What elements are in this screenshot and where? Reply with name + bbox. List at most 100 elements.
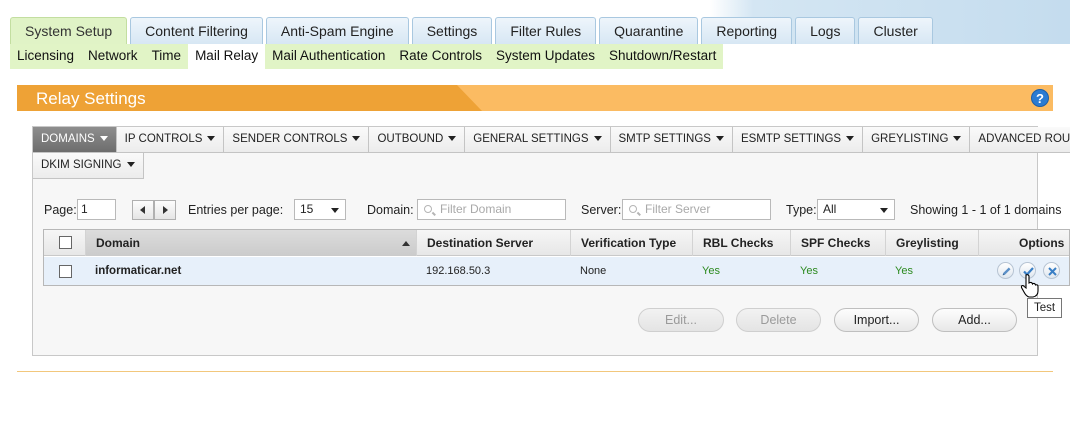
cell-greylisting: Yes	[895, 265, 913, 277]
subnav-rate-controls[interactable]: Rate Controls	[392, 44, 489, 69]
chevron-down-icon	[126, 162, 135, 168]
category-tabs-row-1: DOMAINS IP CONTROLS SENDER CONTROLS OUTB…	[33, 127, 1070, 153]
cat-tab-outbound[interactable]: OUTBOUND	[369, 127, 466, 153]
server-filter-input[interactable]: Filter Server	[622, 199, 771, 220]
type-label: Type:	[786, 203, 817, 217]
tab-settings[interactable]: Settings	[411, 17, 493, 44]
panel-header: Relay Settings	[17, 85, 1053, 111]
cell-spf-checks: Yes	[800, 265, 818, 277]
cell-domain: informaticar.net	[95, 265, 182, 277]
cat-tab-label: ADVANCED ROUTING	[978, 133, 1070, 145]
subnav-system-updates[interactable]: System Updates	[489, 44, 602, 69]
cat-tab-general-settings[interactable]: GENERAL SETTINGS	[465, 127, 611, 153]
subnav-shutdown-restart[interactable]: Shutdown/Restart	[602, 44, 723, 69]
page-label: Page:	[44, 203, 77, 217]
arrow-left-icon	[140, 206, 145, 214]
cell-verification-type: None	[580, 265, 607, 277]
col-verification-type[interactable]: Verification Type	[570, 230, 692, 256]
edit-button[interactable]: Edit...	[638, 308, 724, 332]
search-icon	[424, 205, 432, 213]
help-icon[interactable]: ?	[1031, 89, 1049, 107]
col-greylisting[interactable]: Greylisting	[885, 230, 978, 256]
subnav-time[interactable]: Time	[145, 44, 189, 69]
divider	[17, 371, 1053, 372]
cat-tab-esmtp-settings[interactable]: ESMTP SETTINGS	[732, 127, 864, 153]
add-button[interactable]: Add...	[932, 308, 1017, 332]
type-select[interactable]: All	[817, 199, 895, 220]
sort-asc-icon	[402, 241, 410, 246]
col-domain[interactable]: Domain	[85, 230, 416, 256]
cell-rbl-checks: Yes	[702, 265, 720, 277]
chevron-down-icon	[593, 136, 602, 142]
tab-cluster[interactable]: Cluster	[858, 17, 933, 44]
cat-tab-label: DOMAINS	[41, 133, 95, 145]
col-spf-checks[interactable]: SPF Checks	[790, 230, 885, 256]
category-tabs-row-2: DKIM SIGNING	[33, 153, 144, 179]
cat-tab-ip-controls[interactable]: IP CONTROLS	[116, 127, 225, 153]
cell-destination-server: 192.168.50.3	[426, 265, 491, 277]
subnav-licensing[interactable]: Licensing	[10, 44, 81, 69]
cat-tab-label: DKIM SIGNING	[41, 159, 122, 171]
cat-tab-label: GREYLISTING	[871, 133, 949, 145]
chevron-down-icon	[715, 136, 724, 142]
row-checkbox[interactable]	[59, 265, 72, 278]
prev-page-button[interactable]	[132, 200, 154, 220]
domain-filter-placeholder: Filter Domain	[440, 202, 512, 216]
subnav-network[interactable]: Network	[81, 44, 145, 69]
tab-system-setup[interactable]: System Setup	[10, 17, 128, 44]
entries-select[interactable]: 15	[294, 199, 346, 220]
domains-table: Domain Destination Server Verification T…	[43, 229, 1070, 286]
tab-filter-rules[interactable]: Filter Rules	[495, 17, 597, 44]
cat-tab-sender-controls[interactable]: SENDER CONTROLS	[224, 127, 370, 153]
chevron-down-icon	[331, 208, 339, 213]
domain-filter-label: Domain:	[367, 203, 414, 217]
chevron-down-icon	[99, 136, 108, 142]
type-value: All	[823, 202, 837, 216]
import-button[interactable]: Import...	[834, 308, 919, 332]
chevron-down-icon	[846, 136, 855, 142]
x-icon[interactable]	[1043, 262, 1060, 279]
cat-tab-label: SENDER CONTROLS	[232, 133, 348, 145]
panel-title: Relay Settings	[36, 89, 146, 108]
cat-tab-domains[interactable]: DOMAINS	[33, 127, 117, 153]
col-rbl-checks[interactable]: RBL Checks	[692, 230, 790, 256]
domain-filter-input[interactable]: Filter Domain	[417, 199, 566, 220]
arrow-right-icon	[163, 206, 168, 214]
server-filter-label: Server:	[581, 203, 622, 217]
col-destination-server[interactable]: Destination Server	[416, 230, 570, 256]
tab-content-filtering[interactable]: Content Filtering	[130, 17, 263, 44]
entries-value: 15	[300, 202, 314, 216]
tab-logs[interactable]: Logs	[795, 17, 856, 44]
page-input[interactable]: 1	[77, 199, 116, 220]
chevron-down-icon	[207, 136, 216, 142]
next-page-button[interactable]	[154, 200, 176, 220]
hand-pointer-icon	[1020, 274, 1039, 298]
pencil-icon[interactable]	[997, 262, 1014, 279]
chevron-down-icon	[880, 208, 888, 213]
cat-tab-label: SMTP SETTINGS	[618, 133, 711, 145]
table-row[interactable]: informaticar.net 192.168.50.3 None Yes Y…	[44, 257, 1069, 285]
cat-tab-smtp-settings[interactable]: SMTP SETTINGS	[610, 127, 733, 153]
delete-button[interactable]: Delete	[736, 308, 821, 332]
cat-tab-label: GENERAL SETTINGS	[473, 133, 589, 145]
test-tooltip: Test	[1027, 298, 1063, 318]
subnav-mail-authentication[interactable]: Mail Authentication	[265, 44, 392, 69]
entries-label: Entries per page:	[188, 203, 284, 217]
chevron-down-icon	[448, 136, 457, 142]
chevron-down-icon	[953, 136, 962, 142]
chevron-down-icon	[352, 136, 361, 142]
server-filter-placeholder: Filter Server	[645, 202, 711, 216]
cat-tab-greylisting[interactable]: GREYLISTING	[863, 127, 971, 153]
sub-nav: Licensing Network Time Mail Relay Mail A…	[10, 44, 724, 69]
tab-anti-spam-engine[interactable]: Anti-Spam Engine	[265, 17, 409, 44]
cat-tab-advanced-routing[interactable]: ADVANCED ROUTING	[970, 127, 1070, 153]
tab-quarantine[interactable]: Quarantine	[599, 17, 699, 44]
main-tabs: System Setup Content Filtering Anti-Spam…	[10, 17, 936, 44]
subnav-mail-relay[interactable]: Mail Relay	[188, 44, 266, 69]
col-domain-label: Domain	[96, 236, 141, 250]
search-icon	[629, 205, 637, 213]
cat-tab-dkim-signing[interactable]: DKIM SIGNING	[33, 153, 144, 179]
tab-reporting[interactable]: Reporting	[701, 17, 793, 44]
table-header: Domain Destination Server Verification T…	[44, 230, 1069, 256]
select-all-checkbox[interactable]	[59, 236, 72, 249]
